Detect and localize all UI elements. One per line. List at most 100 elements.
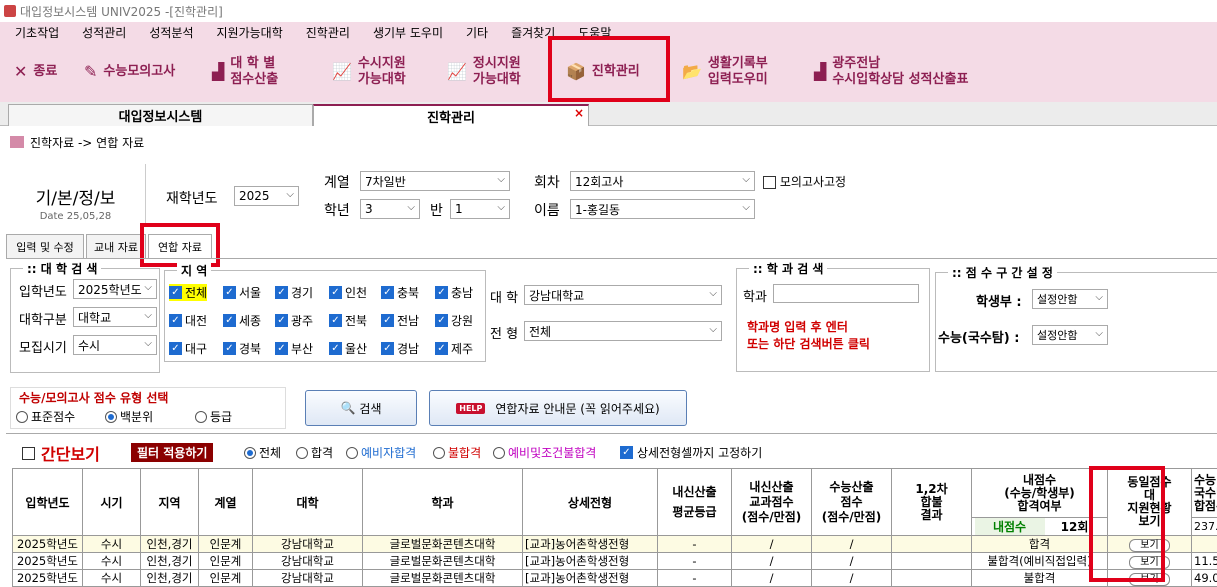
col-type: 상세전형 <box>523 469 658 536</box>
name-select[interactable]: 1-홍길동⌵ <box>570 199 755 219</box>
region-seoul-checkbox[interactable]: ✓서울 <box>223 284 261 301</box>
dept-input[interactable] <box>773 284 919 303</box>
chevron-down-icon: ⌵ <box>709 288 717 299</box>
filter-pass-radio[interactable]: 합격 <box>296 444 333 461</box>
region-gyeonggi-checkbox[interactable]: ✓경기 <box>275 284 313 301</box>
mock-fix-checkbox[interactable]: 모의고사고정 <box>763 173 846 190</box>
jeongsi-button[interactable]: 📈정시지원 가능대학 <box>447 42 521 102</box>
dept-score-button[interactable]: ▟대 학 별 점수산출 <box>212 42 278 102</box>
score-type-group: 수능/모의고사 점수 유형 선택 표준점수 백분위 등급 <box>10 387 286 429</box>
year-select[interactable]: 2025⌵ <box>234 186 299 206</box>
menu-item-basic[interactable]: 기초작업 <box>15 24 59 41</box>
region-busan-checkbox[interactable]: ✓부산 <box>275 340 313 357</box>
menu-item-possible[interactable]: 지원가능대학 <box>217 24 283 41</box>
period-select[interactable]: 수시⌵ <box>73 335 157 355</box>
track-label: 계열 <box>324 172 350 192</box>
gwangju-button[interactable]: ▟광주전남 수시입학상담 성적산출표 <box>814 42 968 102</box>
score-type-title: 수능/모의고사 점수 유형 선택 <box>19 389 168 406</box>
percentile-radio[interactable]: 백분위 <box>105 408 153 425</box>
entry-year-label: 입학년도 <box>19 281 67 300</box>
close-tab-icon[interactable]: × <box>574 106 584 120</box>
susi-button[interactable]: 📈수시지원 가능대학 <box>332 42 406 102</box>
region-daegu-checkbox[interactable]: ✓대구 <box>169 340 207 357</box>
apply-filter-button[interactable]: 필터 적용하기 <box>131 443 213 462</box>
region-chungbuk-checkbox[interactable]: ✓충북 <box>381 284 419 301</box>
chevron-down-icon: ⌵ <box>1095 328 1103 339</box>
round-select[interactable]: 12회고사⌵ <box>570 171 755 191</box>
csat-label: 수능(국수탐) : <box>938 327 1019 346</box>
region-gangwon-checkbox[interactable]: ✓강원 <box>435 312 473 329</box>
mock-exam-button[interactable]: ✎수능모의고사 <box>84 42 175 102</box>
help-button[interactable]: HELP연합자료 안내문 (꼭 읽어주세요) <box>429 390 687 426</box>
univ-type-select[interactable]: 대학교⌵ <box>73 307 157 327</box>
standard-score-radio[interactable]: 표준점수 <box>16 408 75 425</box>
chevron-down-icon: ⌵ <box>742 202 750 213</box>
filter-divider <box>6 433 1217 434</box>
region-ulsan-checkbox[interactable]: ✓울산 <box>329 340 367 357</box>
table-row[interactable]: 2025학년도수시인천,경기인문계강남대학교글로벌문화콘텐츠대학[교과]농어촌학… <box>13 570 1217 587</box>
search-button[interactable]: 🔍검색 <box>305 390 417 426</box>
col-csat-score: 수능산출 점수 (점수/만점) <box>812 469 892 536</box>
region-gyeongbuk-checkbox[interactable]: ✓경북 <box>223 340 261 357</box>
region-daejeon-checkbox[interactable]: ✓대전 <box>169 312 207 329</box>
grade-radio[interactable]: 등급 <box>195 408 232 425</box>
table-row[interactable]: 2025학년도수시인천,경기인문계강남대학교글로벌문화콘텐츠대학[교과]농어촌학… <box>13 553 1217 570</box>
region-all-checkbox[interactable]: ✓전체 <box>169 284 207 301</box>
exit-button[interactable]: ✕종료 <box>14 42 57 102</box>
chevron-down-icon: ⌵ <box>407 202 415 213</box>
filter-reserve-fail-radio[interactable]: 예비및조건불합격 <box>493 444 596 461</box>
table-row[interactable]: 2025학년도수시인천,경기인문계강남대학교글로벌문화콘텐츠대학[교과]농어촌학… <box>13 536 1217 553</box>
tab-main-system[interactable]: 대입정보시스템 <box>8 104 313 126</box>
tab-admission[interactable]: 진학관리× <box>313 104 589 126</box>
fix-columns-checkbox[interactable]: ✓상세전형셀까지 고정하기 <box>620 444 762 461</box>
region-chungnam-checkbox[interactable]: ✓충남 <box>435 284 473 301</box>
filter-fail-radio[interactable]: 불합격 <box>433 444 481 461</box>
region-incheon-checkbox[interactable]: ✓인천 <box>329 284 367 301</box>
univ-type-label: 대학구분 <box>19 309 67 328</box>
dept-search-group: :: 학 과 검 색 학과 학과명 입력 후 엔터 또는 하단 검색버튼 클릭 <box>736 268 930 372</box>
univ-select[interactable]: 강남대학교⌵ <box>524 285 722 305</box>
menu-item-analysis[interactable]: 성적분석 <box>149 24 193 41</box>
region-jeonnam-checkbox[interactable]: ✓전남 <box>381 312 419 329</box>
pen-icon: ✎ <box>84 64 97 80</box>
record-helper-button[interactable]: 📂생활기록부 입력도우미 <box>682 42 768 102</box>
grade-label: 학년 <box>324 200 350 220</box>
help-icon: HELP <box>456 403 485 414</box>
page-icon <box>10 136 24 148</box>
close-icon: ✕ <box>14 64 27 80</box>
window-title: 대입정보시스템 UNIV2025 -[진학관리] <box>20 3 223 20</box>
admission-type-label: 전 형 <box>490 323 518 342</box>
menu-item-grades[interactable]: 성적관리 <box>82 24 126 41</box>
csat-select[interactable]: 설정안함⌵ <box>1032 325 1108 345</box>
grade-select[interactable]: 3⌵ <box>360 199 420 219</box>
subtab-school[interactable]: 교내 자료 <box>86 234 146 258</box>
region-jeju-checkbox[interactable]: ✓제주 <box>435 340 473 357</box>
menu-item-admission[interactable]: 진학관리 <box>306 24 350 41</box>
chevron-down-icon: ⌵ <box>286 189 294 200</box>
results-table: 입학년도 시기 지역 계열 대학 학과 상세전형 내신산출 평균등급 내신산출 … <box>12 468 1217 587</box>
app-icon <box>4 5 16 17</box>
region-sejong-checkbox[interactable]: ✓세종 <box>223 312 261 329</box>
track-select[interactable]: 7차일반⌵ <box>360 171 510 191</box>
chevron-down-icon: ⌵ <box>742 174 750 185</box>
chevron-down-icon: ⌵ <box>497 174 505 185</box>
chevron-down-icon: ⌵ <box>144 310 152 321</box>
document-tabs: 대입정보시스템 진학관리× <box>0 102 1217 126</box>
region-gyeongnam-checkbox[interactable]: ✓경남 <box>381 340 419 357</box>
highlight-box <box>140 223 220 267</box>
filter-all-radio[interactable]: 전체 <box>244 444 281 461</box>
menu-item-etc[interactable]: 기타 <box>466 24 488 41</box>
filter-reserve-radio[interactable]: 예비자합격 <box>346 444 416 461</box>
col-avg-grade: 내신산출 평균등급 <box>658 469 732 536</box>
entry-year-select[interactable]: 2025학년도⌵ <box>73 279 157 299</box>
chevron-down-icon: ⌵ <box>497 202 505 213</box>
simple-view-checkbox[interactable]: 간단보기 <box>22 441 100 465</box>
bar-chart-icon: ▟ <box>212 64 224 80</box>
subtab-input[interactable]: 입력 및 수정 <box>6 234 84 258</box>
class-select[interactable]: 1⌵ <box>450 199 510 219</box>
menu-item-record[interactable]: 생기부 도우미 <box>373 24 443 41</box>
student-record-select[interactable]: 설정안함⌵ <box>1032 289 1108 309</box>
admission-type-select[interactable]: 전체⌵ <box>524 321 722 341</box>
region-jeonbuk-checkbox[interactable]: ✓전북 <box>329 312 367 329</box>
region-gwangju-checkbox[interactable]: ✓광주 <box>275 312 313 329</box>
